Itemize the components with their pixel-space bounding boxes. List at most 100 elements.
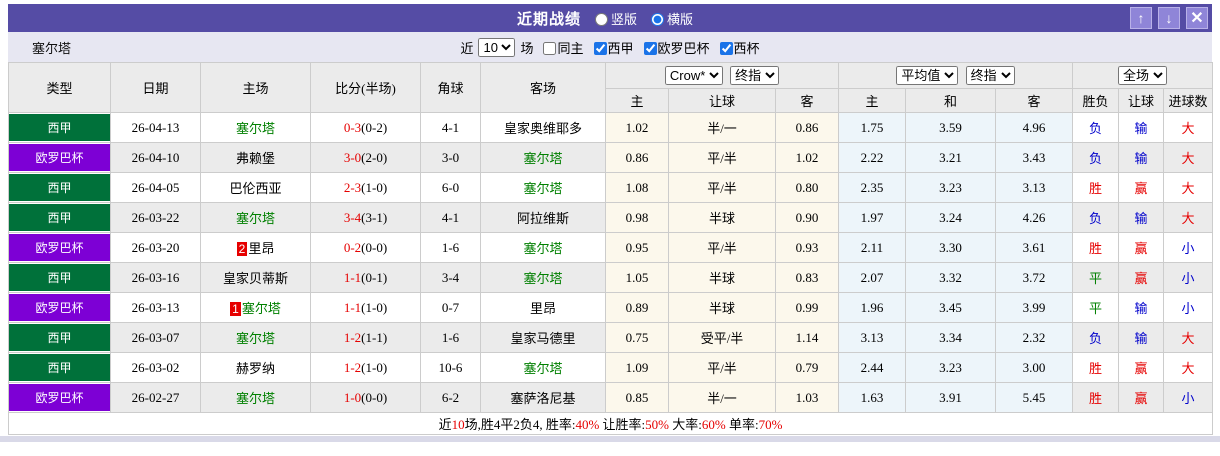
recent-count-select[interactable]: 10: [478, 37, 516, 57]
avg-home-odds: 1.97: [838, 202, 906, 233]
avg-home-odds: 2.07: [838, 262, 906, 293]
header-group-row: 类型 日期 主场 比分(半场) 角球 客场 Crow* 终指 平均值 终指 全场: [8, 62, 1214, 113]
away-team-cell: 塞尔塔: [480, 352, 606, 383]
away-team-name: 塞尔塔: [523, 241, 563, 256]
crow-handicap: 平/半: [668, 172, 776, 203]
score-cell: 1-1(0-1): [310, 262, 421, 293]
same-home-filter[interactable]: 同主: [535, 38, 584, 57]
col-header-type: 类型: [8, 62, 111, 113]
move-down-button[interactable]: ↓: [1158, 7, 1180, 29]
results-table: 类型 日期 主场 比分(半场) 角球 客场 Crow* 终指 平均值 终指 全场…: [7, 62, 1214, 435]
match-date: 26-03-13: [110, 292, 201, 323]
europa-checkbox[interactable]: [643, 41, 657, 55]
col-header-date: 日期: [110, 62, 201, 113]
score-cell: 1-1(1-0): [310, 292, 421, 323]
arrow-down-icon: ↓: [1165, 10, 1173, 26]
competition-cell: 欧罗巴杯: [8, 292, 111, 323]
crow-away-odds: 0.80: [775, 172, 839, 203]
summary-segment: 60%: [701, 417, 726, 432]
avg-away-odds: 3.43: [994, 142, 1074, 173]
vertical-radio[interactable]: [594, 12, 608, 26]
close-icon: ✕: [1190, 10, 1204, 27]
close-button[interactable]: ✕: [1186, 7, 1208, 29]
move-up-button[interactable]: ↑: [1130, 7, 1152, 29]
half-time-score: (1-0): [361, 359, 388, 375]
full-time-score: 1-0: [343, 389, 362, 405]
half-time-score: (1-1): [361, 329, 388, 345]
horizontal-radio[interactable]: [651, 12, 664, 26]
full-time-score: 1-1: [343, 299, 362, 315]
window-buttons: ↑ ↓ ✕: [1124, 7, 1208, 29]
competition-badge: 欧罗巴杯: [9, 384, 110, 411]
average-stage-select[interactable]: 终指: [965, 66, 1015, 85]
away-team-cell: 塞尔塔: [480, 262, 606, 293]
avg-draw-odds: 3.59: [905, 112, 996, 143]
fulltime-select[interactable]: 全场: [1118, 66, 1168, 85]
result-goals: 小: [1163, 262, 1214, 293]
half-time-score: (0-1): [361, 269, 388, 285]
avg-home-odds: 2.11: [838, 232, 906, 263]
home-team-cell: 塞尔塔: [200, 112, 311, 143]
home-team-name: 塞尔塔: [235, 331, 275, 346]
layout-option-vertical[interactable]: 竖版: [594, 9, 637, 28]
result-goals: 大: [1163, 142, 1214, 173]
score-cell: 0-3(0-2): [310, 112, 421, 143]
competition-badge: 西甲: [9, 174, 110, 201]
home-team-cell: 塞尔塔: [200, 202, 311, 233]
subcol-result-goals: 进球数: [1163, 88, 1214, 113]
average-select[interactable]: 平均值: [896, 66, 959, 85]
full-time-score: 0-2: [343, 239, 362, 255]
col-header-home: 主场: [200, 62, 311, 113]
subcol-avg-draw: 和: [905, 88, 996, 113]
home-team-cell: 塞尔塔: [200, 322, 311, 353]
avg-draw-odds: 3.21: [905, 142, 996, 173]
home-team-name: 塞尔塔: [235, 121, 275, 136]
corners-cell: 0-7: [420, 292, 481, 323]
recent-prefix-label: 近: [460, 40, 474, 56]
corners-cell: 1-6: [420, 232, 481, 263]
avg-home-odds: 2.22: [838, 142, 906, 173]
match-date: 26-04-10: [110, 142, 201, 173]
subcol-crow-home: 主: [605, 88, 669, 113]
match-date: 26-02-27: [110, 382, 201, 413]
table-row: 欧罗巴杯 26-02-27 塞尔塔 1-0(0-0) 6-2 塞萨洛尼基 0.8…: [8, 382, 1214, 413]
subcol-result-wdl: 胜负: [1072, 88, 1120, 113]
home-team-cell: 弗赖堡: [200, 142, 311, 173]
avg-draw-odds: 3.91: [905, 382, 996, 413]
score-cell: 3-4(3-1): [310, 202, 421, 233]
match-date: 26-03-07: [110, 322, 201, 353]
avg-away-odds: 3.61: [994, 232, 1074, 263]
crow-handicap: 半球: [668, 202, 776, 233]
away-team-name: 塞尔塔: [523, 181, 563, 196]
result-handicap: 赢: [1118, 172, 1165, 203]
crow-home-odds: 1.08: [605, 172, 669, 203]
horizontal-radio-label: 横版: [667, 11, 694, 27]
avg-draw-odds: 3.45: [905, 292, 996, 323]
corners-cell: 6-2: [420, 382, 481, 413]
competition-cell: 西甲: [8, 112, 111, 143]
competition-badge: 西甲: [9, 114, 110, 141]
results-body: 西甲 26-04-13 塞尔塔 0-3(0-2) 4-1 皇家奥维耶多 1.02…: [8, 112, 1214, 413]
home-team-name: 巴伦西亚: [229, 181, 282, 196]
crow-stage-select[interactable]: 终指: [730, 66, 780, 85]
home-team-name: 塞尔塔: [241, 301, 281, 316]
home-team-name: 赫罗纳: [235, 361, 275, 376]
copa-checkbox[interactable]: [719, 41, 733, 55]
rank-badge: 1: [230, 302, 241, 316]
crow-away-odds: 0.83: [775, 262, 839, 293]
avg-away-odds: 5.45: [994, 382, 1074, 413]
home-team-cell: 巴伦西亚: [200, 172, 311, 203]
full-time-score: 0-3: [343, 119, 362, 135]
avg-draw-odds: 3.32: [905, 262, 996, 293]
same-home-checkbox[interactable]: [543, 41, 557, 55]
away-team-name: 里昂: [529, 301, 556, 316]
competition-filter-europa[interactable]: 欧罗巴杯: [636, 38, 710, 57]
layout-option-horizontal[interactable]: 横版: [651, 9, 693, 28]
laliga-checkbox[interactable]: [593, 41, 607, 55]
titlebar: 近期战绩 竖版 横版 ↑ ↓ ✕: [8, 4, 1212, 32]
avg-away-odds: 3.99: [994, 292, 1074, 323]
competition-filter-laliga[interactable]: 西甲: [586, 38, 634, 57]
away-team-name: 塞尔塔: [523, 151, 563, 166]
bookmaker-select[interactable]: Crow*: [664, 66, 723, 85]
competition-filter-copa[interactable]: 西杯: [712, 38, 760, 57]
